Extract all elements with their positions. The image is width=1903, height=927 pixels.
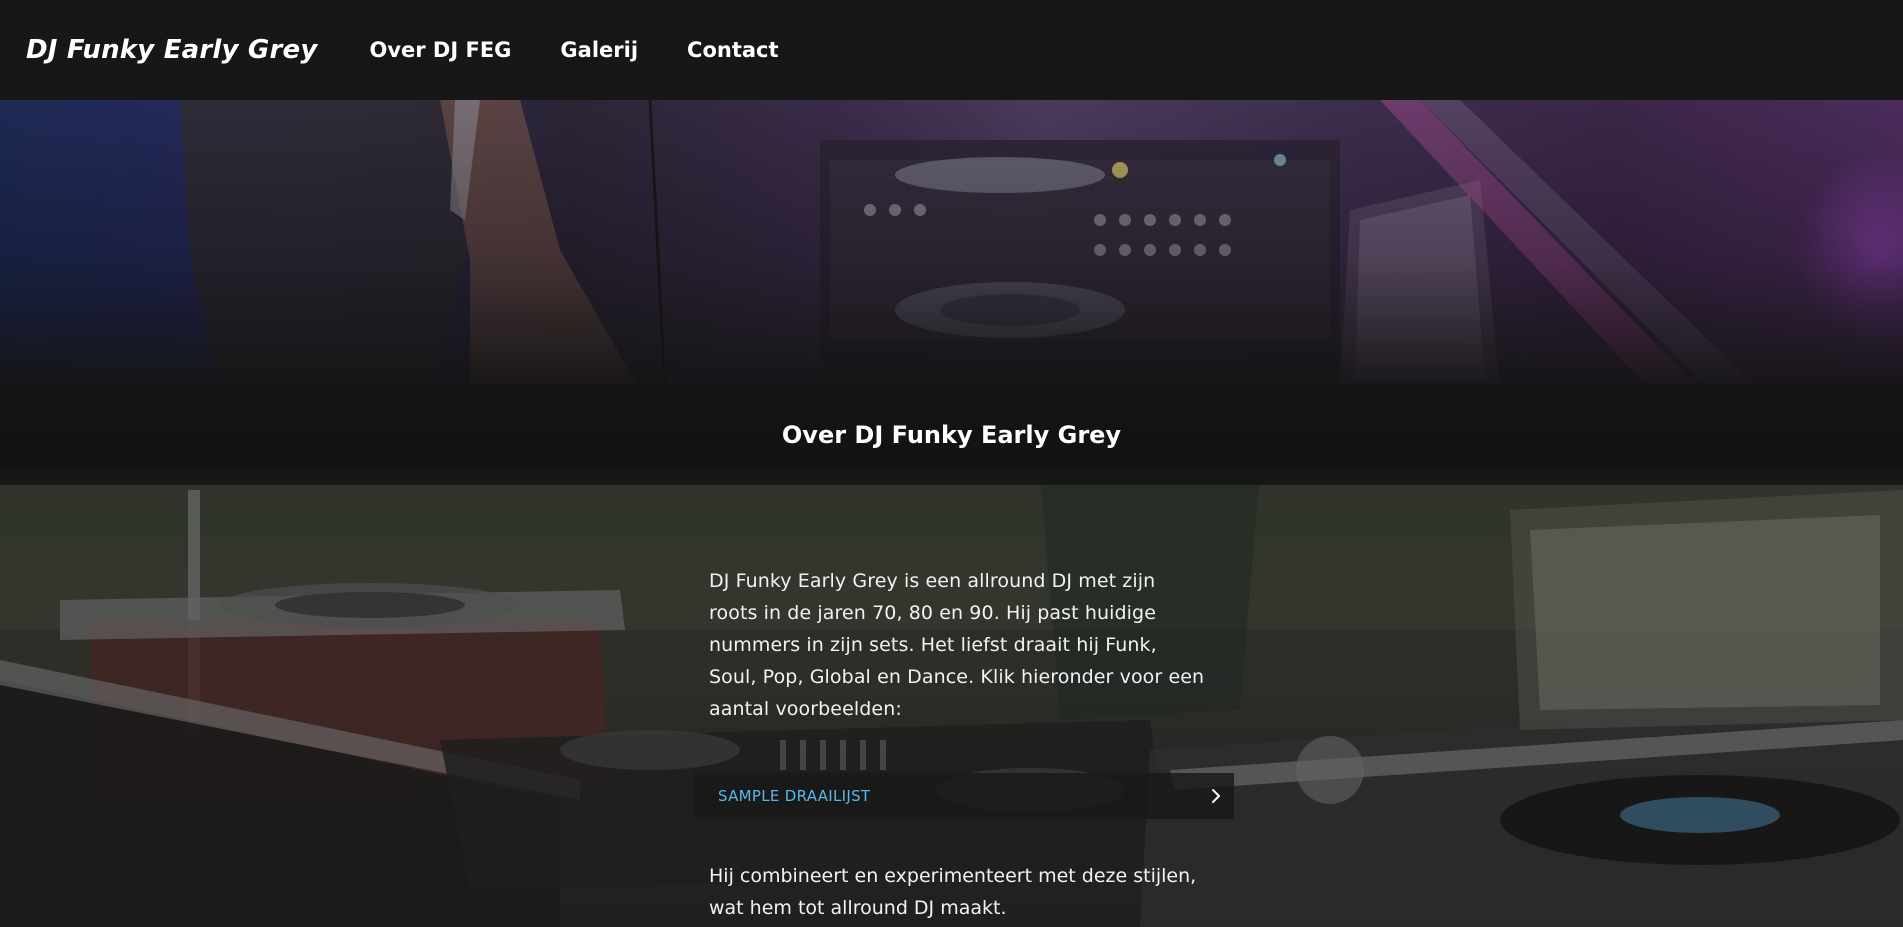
brand-logo-link[interactable]: DJ Funky Early Grey — [26, 35, 317, 65]
nav-link-galerij[interactable]: Galerij — [560, 38, 638, 62]
about-outro-text: Hij combineert en experimenteert met dez… — [709, 865, 1197, 919]
about-intro-text: DJ Funky Early Grey is een allround DJ m… — [709, 570, 1205, 720]
about-content: DJ Funky Early Grey is een allround DJ m… — [694, 565, 1234, 919]
chevron-right-icon — [1208, 788, 1224, 804]
top-navbar: DJ Funky Early Grey Over DJ FEG Galerij … — [0, 0, 1903, 100]
sample-draailijst-label: SAMPLE DRAAILIJST — [718, 787, 871, 805]
nav-link-contact[interactable]: Contact — [687, 38, 779, 62]
nav-links: Over DJ FEG Galerij Contact — [369, 38, 778, 62]
hero-photo-dj-booth — [0, 100, 1903, 390]
section-title: Over DJ Funky Early Grey — [781, 421, 1122, 449]
sample-draailijst-button[interactable]: SAMPLE DRAAILIJST — [694, 773, 1234, 819]
nav-link-over-dj-feg[interactable]: Over DJ FEG — [369, 38, 511, 62]
section-title-band: Over DJ Funky Early Grey — [0, 385, 1903, 485]
